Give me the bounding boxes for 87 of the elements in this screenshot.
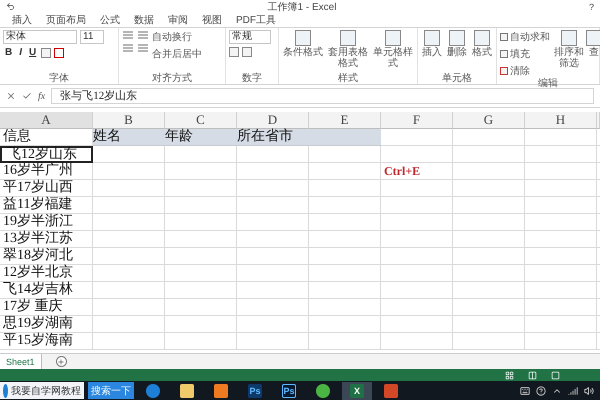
app-logo[interactable]: X	[350, 384, 364, 398]
font-size-field[interactable]: 11	[80, 30, 104, 44]
group-label: 字体	[48, 73, 70, 84]
ribbon-button[interactable]: 合并后居中	[152, 47, 202, 61]
table-cell-text: 平15岁海南	[2, 333, 74, 350]
ribbon-button[interactable]: 排序和筛选	[553, 30, 585, 69]
table-cell-text: 益11岁福建	[2, 197, 74, 214]
table-cell-text: 16岁半广州	[2, 163, 74, 180]
keyboard-icon[interactable]	[520, 386, 530, 396]
column-header[interactable]: D	[237, 112, 309, 129]
search-button[interactable]: 搜索一下	[88, 382, 134, 399]
ribbon-button[interactable]: 填充	[500, 47, 550, 61]
app-logo[interactable]: Ps	[248, 384, 262, 398]
align-middle-icon[interactable]	[137, 30, 149, 40]
sheet-tab[interactable]: Sheet1	[0, 354, 42, 369]
taskbar-app[interactable]: Ps	[274, 382, 304, 400]
page-layout-icon[interactable]	[528, 370, 537, 380]
table-cell: 所在省市	[237, 129, 309, 146]
normal-view-icon[interactable]	[505, 370, 514, 380]
table-cell: 年龄	[165, 129, 237, 146]
align-top-icon[interactable]	[122, 30, 134, 40]
ribbon-tab[interactable]: 视图	[202, 13, 222, 27]
table-cell-text: 17岁 重庆	[2, 299, 64, 316]
ribbon-tab[interactable]: 数据	[134, 13, 154, 27]
check-icon[interactable]	[22, 91, 32, 101]
column-header[interactable]: G	[453, 112, 525, 129]
table-cell-text: Ctrl+E	[383, 163, 422, 180]
group-label: 单元格	[441, 73, 473, 84]
number-format-field[interactable]: 常规	[229, 30, 271, 44]
column-header[interactable]: F	[381, 112, 453, 129]
table-cell-text: 飞14岁吉林	[2, 282, 74, 298]
formula-field[interactable]: 张与飞12岁山东	[51, 88, 594, 104]
circle-icon[interactable]	[316, 384, 330, 398]
help-button[interactable]: ?	[588, 2, 594, 12]
table-cell-text: 13岁半江苏	[2, 231, 74, 248]
border-icon[interactable]	[41, 48, 52, 58]
ribbon-button[interactable]: 单元格样式	[372, 30, 414, 69]
ribbon-tab[interactable]: 公式	[100, 13, 120, 27]
ribbon-button[interactable]: 自动换行	[152, 30, 202, 44]
insert-function-button[interactable]: fx	[38, 90, 46, 102]
page-break-icon[interactable]	[551, 370, 560, 380]
ribbon-button[interactable]: 删除	[446, 30, 468, 58]
table-cell: 飞12岁山东	[0, 146, 93, 163]
speaker-icon[interactable]	[584, 386, 594, 396]
group-label: 样式	[337, 73, 359, 84]
ribbon-tab[interactable]: 审阅	[168, 13, 188, 27]
table-cell-text: 翠18岁河北	[2, 248, 74, 264]
table-cell-text: 12岁半北京	[2, 265, 74, 282]
group-label: 数字	[241, 73, 263, 84]
ribbon-button[interactable]: 格式	[471, 30, 493, 58]
align-left-icon[interactable]	[122, 43, 134, 53]
table-cell-text: 思19岁湖南	[2, 316, 74, 332]
address-box[interactable]: 我要自学网教程	[0, 382, 84, 399]
group-label: 编辑	[537, 78, 559, 89]
add-sheet-button[interactable]	[56, 356, 67, 367]
column-header[interactable]: H	[525, 112, 597, 129]
signal-icon[interactable]	[568, 386, 578, 396]
column-header[interactable]: C	[165, 112, 237, 129]
taskbar-app[interactable]: Ps	[240, 382, 270, 400]
column-header[interactable]: A	[0, 112, 93, 129]
group-label: 对齐方式	[151, 73, 193, 84]
table-cell-text: 19岁半浙江	[2, 214, 74, 230]
font-name-field[interactable]: 宋体	[3, 30, 77, 44]
app-logo[interactable]: Ps	[282, 384, 296, 398]
cancel-icon[interactable]	[6, 91, 16, 101]
taskbar-app[interactable]: X	[342, 382, 372, 400]
help-icon[interactable]	[536, 386, 546, 396]
table-cell: 姓名	[93, 129, 165, 146]
header-cell	[309, 129, 381, 146]
window-title: 工作簿1 - Excel	[268, 0, 336, 14]
ribbon-button[interactable]: 清除	[500, 64, 550, 78]
table-cell-text: 信息	[2, 129, 32, 146]
ribbon-button[interactable]: 自动求和	[500, 30, 550, 44]
undo-icon[interactable]	[6, 2, 15, 11]
format-button[interactable]: U	[27, 47, 38, 58]
table-cell-text: 平17岁山西	[2, 180, 74, 196]
ribbon-tab[interactable]: 插入	[12, 13, 32, 27]
align-center-icon[interactable]	[137, 43, 149, 53]
format-button[interactable]: B	[3, 47, 14, 58]
column-header[interactable]: E	[309, 112, 381, 129]
ribbon-button[interactable]: 条件格式	[282, 30, 324, 58]
ribbon-tab[interactable]: 页面布局	[46, 13, 86, 27]
ribbon-button[interactable]: 插入	[421, 30, 443, 58]
column-header[interactable]: B	[93, 112, 165, 129]
ribbon-tab[interactable]: PDF工具	[236, 13, 276, 27]
ribbon-button[interactable]: 套用表格格式	[327, 30, 369, 69]
format-button[interactable]: I	[17, 47, 24, 58]
